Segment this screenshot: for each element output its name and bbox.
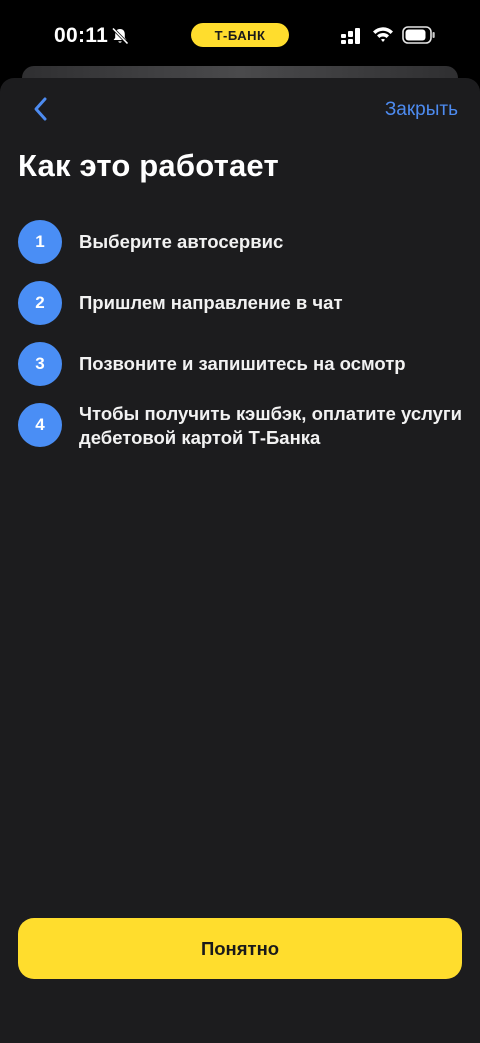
step-item: 3 Позвоните и запишитесь на осмотр xyxy=(18,342,468,386)
back-button[interactable] xyxy=(26,94,56,124)
step-number-badge: 1 xyxy=(18,220,62,264)
step-text: Чтобы получить кэшбэк, оплатите услуги д… xyxy=(79,403,462,448)
step-item: 2 Пришлем направление в чат xyxy=(18,281,468,325)
step-number-badge: 4 xyxy=(18,403,62,447)
bottom-sheet: Закрыть Как это работает 1 Выберите авто… xyxy=(0,78,480,1043)
status-time: 00:11 xyxy=(54,24,109,47)
steps-list: 1 Выберите автосервис 2 Пришлем направле… xyxy=(18,220,468,467)
close-button[interactable]: Закрыть xyxy=(385,99,458,121)
brand-pill: Т-БАНК xyxy=(191,23,289,47)
step-item: 1 Выберите автосервис xyxy=(18,220,468,264)
step-text: Пришлем направление в чат xyxy=(79,292,343,313)
step-text: Выберите автосервис xyxy=(79,231,284,252)
status-bar: 00:11 Т-БАНК xyxy=(0,0,480,70)
bell-slash-icon xyxy=(111,27,129,45)
step-number-badge: 3 xyxy=(18,342,62,386)
page-title: Как это работает xyxy=(18,148,279,183)
step-item: 4 Чтобы получить кэшбэк, оплатите услуги… xyxy=(18,403,468,450)
screen: 00:11 Т-БАНК Закрыть Как это работает 1 … xyxy=(0,0,480,1043)
step-text: Позвоните и запишитесь на осмотр xyxy=(79,353,406,374)
chevron-left-icon xyxy=(34,97,47,121)
signal-icon xyxy=(341,28,360,44)
battery-icon xyxy=(402,26,435,44)
wifi-icon xyxy=(373,27,393,42)
got-it-button[interactable]: Понятно xyxy=(18,918,462,979)
step-number-badge: 2 xyxy=(18,281,62,325)
